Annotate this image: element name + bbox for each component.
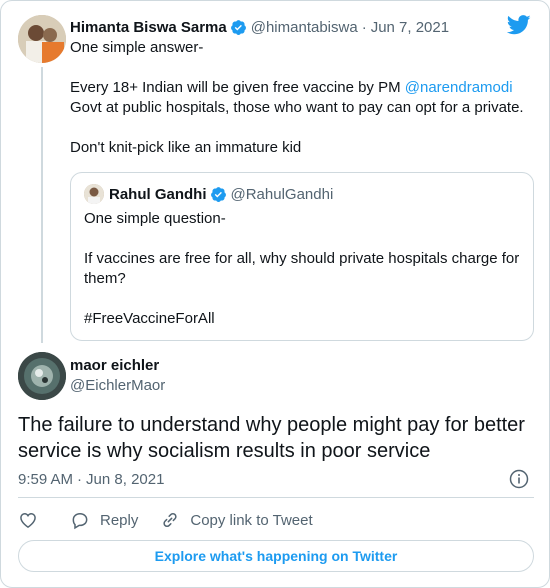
thread-connector-line [41, 67, 43, 343]
reply-tweet-meta: 9:59 AM · Jun 8, 2021 [18, 469, 164, 489]
link-icon [163, 512, 177, 528]
mention-link[interactable]: @narendramodi [405, 79, 513, 96]
reply-author-name[interactable]: maor eichler [70, 357, 159, 374]
info-icon[interactable] [509, 469, 529, 489]
parent-line-3: Govt at public hospitals, those who want… [70, 99, 524, 116]
copy-link-button[interactable]: Copy link to Tweet [160, 510, 313, 530]
reply-tweet-text: The failure to understand why people mig… [18, 414, 525, 462]
explore-twitter-button[interactable]: Explore what's happening on Twitter [18, 540, 534, 572]
parent-line-4: Don't knit-pick like an immature kid [70, 139, 302, 156]
reply-button-label: Reply [100, 511, 139, 529]
quoted-line-2: If vaccines are free for all, why should… [84, 250, 520, 287]
separator-dot: · [361, 18, 367, 36]
like-button[interactable] [18, 510, 38, 530]
parent-author-handle[interactable]: @himantabiswa [251, 19, 358, 36]
quoted-line-1: One simple question- [84, 210, 226, 227]
maor-avatar[interactable] [18, 352, 66, 400]
rahul-avatar [84, 184, 104, 204]
parent-tweet-date[interactable]: Jun 7, 2021 [371, 19, 449, 36]
quoted-author-handle: @RahulGandhi [230, 185, 334, 203]
quoted-hashtag: #FreeVaccineForAll [84, 310, 215, 327]
reply-tweet-time[interactable]: 9:59 AM [18, 471, 73, 488]
verified-badge-icon [230, 19, 247, 36]
separator-dot: · [77, 470, 83, 488]
parent-author-name[interactable]: Himanta Biswa Sarma [70, 19, 227, 36]
embedded-tweet-card: Himanta Biswa Sarma @himantabiswa · Jun … [0, 0, 550, 588]
himanta-avatar[interactable] [18, 15, 66, 63]
twitter-bird-icon[interactable] [506, 15, 531, 35]
verified-badge-icon [210, 186, 227, 203]
parent-tweet-text: One simple answer- Every 18+ Indian will… [70, 38, 535, 158]
divider [18, 497, 534, 498]
parent-line-1: One simple answer- [70, 39, 204, 56]
reply-tweet-date[interactable]: Jun 8, 2021 [86, 471, 164, 488]
heart-icon [20, 512, 36, 528]
speech-bubble-icon [72, 512, 88, 530]
reply-author-handle[interactable]: @EichlerMaor [70, 377, 165, 394]
quoted-tweet-header: Rahul Gandhi @RahulGandhi [109, 184, 333, 204]
quoted-tweet-text: One simple question- If vaccines are fre… [84, 209, 524, 329]
reply-button[interactable]: Reply [70, 510, 138, 530]
tweet-actions: Reply Copy link to Tweet [18, 509, 335, 531]
quoted-author-name: Rahul Gandhi [109, 185, 207, 203]
parent-tweet-header: Himanta Biswa Sarma @himantabiswa · Jun … [70, 16, 449, 38]
parent-line-2: Every 18+ Indian will be given free vacc… [70, 79, 513, 96]
quoted-tweet[interactable]: Rahul Gandhi @RahulGandhi One simple que… [70, 172, 534, 341]
copy-link-label: Copy link to Tweet [190, 511, 313, 529]
